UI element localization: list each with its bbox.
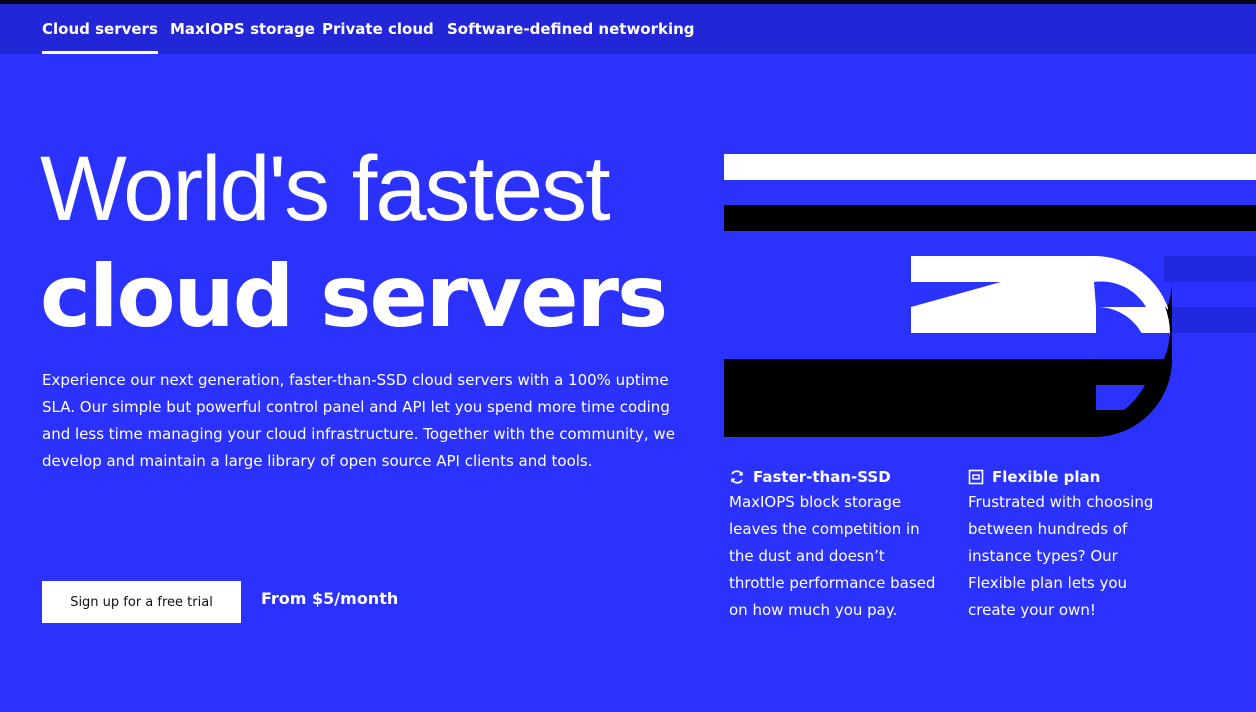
subnav-item-cloud-servers[interactable]: Cloud servers [42, 4, 158, 54]
subnav-item-private-cloud[interactable]: Private cloud [322, 4, 434, 54]
flexible-plan-icon [968, 469, 984, 485]
hero-description: Experience our next generation, faster-t… [42, 371, 675, 470]
subnav-item-software-defined-networking[interactable]: Software-defined networking [447, 4, 695, 54]
feature-body: MaxIOPS block storage leaves the competi… [729, 493, 936, 619]
feature-title-text: Flexible plan [992, 468, 1101, 486]
product-subnav: Cloud servers MaxIOPS storage Private cl… [0, 4, 1256, 54]
feature-flexible-plan: Flexible plan Frustrated with choosing b… [968, 466, 1168, 624]
feature-title-text: Faster-than-SSD [753, 468, 891, 486]
hero-headline-light: World's fastest [40, 138, 611, 240]
feature-title: Flexible plan [968, 466, 1168, 488]
subnav-item-maxiops-storage[interactable]: MaxIOPS storage [170, 4, 315, 54]
price-text: From $5/month [261, 589, 399, 608]
refresh-icon [731, 470, 743, 484]
feature-title: Faster-than-SSD [729, 466, 944, 488]
feature-faster-than-ssd: Faster-than-SSD MaxIOPS block storage le… [729, 466, 944, 624]
speed-lines-illustration [724, 154, 1256, 437]
feature-body: Frustrated with choosing between hundred… [968, 493, 1154, 619]
free-trial-button[interactable]: Sign up for a free trial [42, 581, 241, 623]
hero-headline-bold: cloud servers [40, 247, 668, 347]
